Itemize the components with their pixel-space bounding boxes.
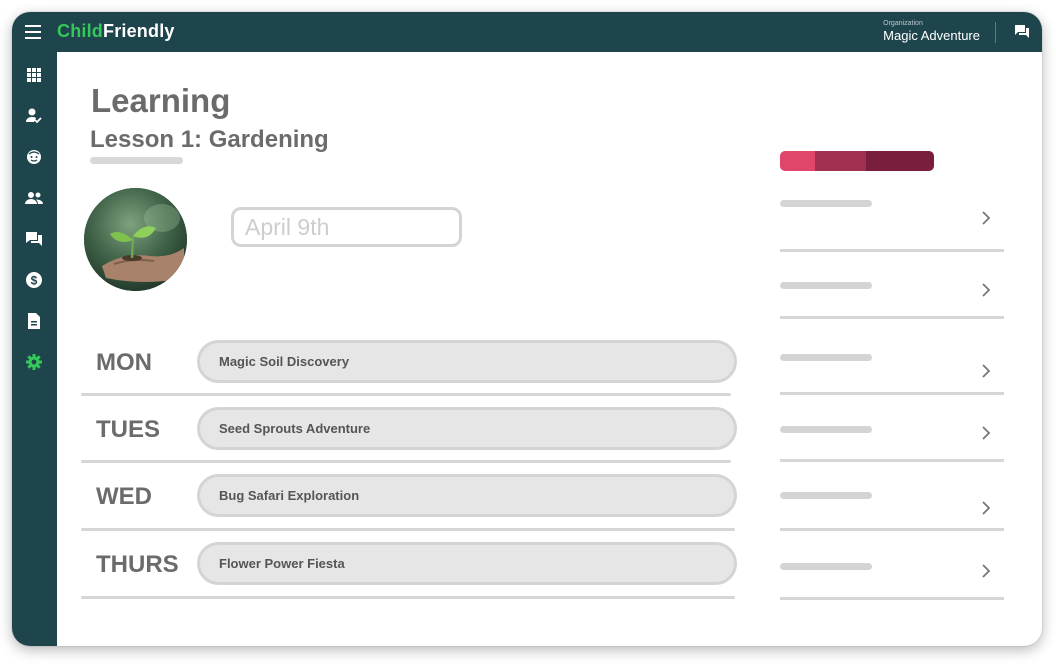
top-bar: ChildFriendly Organization Magic Adventu… bbox=[12, 12, 1042, 52]
row-divider bbox=[81, 596, 735, 599]
side-list-item[interactable] bbox=[780, 491, 1006, 547]
main-content: Learning Lesson 1: Gardening April 9th M… bbox=[57, 52, 1042, 646]
list-divider bbox=[780, 392, 1004, 395]
schedule-row-mon: MON Magic Soil Discovery bbox=[81, 328, 737, 398]
gear-icon[interactable] bbox=[24, 352, 44, 372]
schedule-row-tues: TUES Seed Sprouts Adventure bbox=[81, 395, 737, 465]
day-label: WED bbox=[96, 483, 152, 510]
activity-field[interactable]: Flower Power Fiesta bbox=[197, 542, 737, 585]
progress-segment-1 bbox=[780, 151, 816, 171]
messages-icon[interactable] bbox=[1014, 24, 1030, 45]
organization-label: Organization bbox=[883, 20, 923, 27]
chevron-right-icon bbox=[982, 564, 991, 578]
placeholder-bar bbox=[780, 354, 872, 361]
placeholder-bar bbox=[780, 426, 872, 433]
activity-field[interactable]: Magic Soil Discovery bbox=[197, 340, 737, 383]
list-divider bbox=[780, 528, 1004, 531]
side-list-item[interactable] bbox=[780, 425, 1006, 481]
brand-logo[interactable]: ChildFriendly bbox=[57, 21, 175, 42]
chevron-right-icon bbox=[982, 364, 991, 378]
organization-selector[interactable]: Organization Magic Adventure bbox=[883, 20, 980, 43]
side-list-item[interactable] bbox=[780, 280, 1006, 336]
schedule-row-wed: WED Bug Safari Exploration bbox=[81, 462, 737, 532]
organization-name: Magic Adventure bbox=[883, 28, 980, 43]
grid-icon[interactable] bbox=[24, 65, 44, 85]
people-icon[interactable] bbox=[24, 188, 44, 208]
progress-segment-2 bbox=[815, 151, 867, 171]
lesson-title: Lesson 1: Gardening bbox=[90, 126, 329, 153]
date-field[interactable]: April 9th bbox=[231, 207, 462, 247]
title-underline bbox=[90, 157, 183, 164]
lesson-progress-bar bbox=[780, 151, 934, 171]
side-list-item[interactable] bbox=[780, 197, 1006, 253]
dollar-icon[interactable]: $ bbox=[24, 270, 44, 290]
page-title: Learning bbox=[91, 82, 231, 119]
activity-field[interactable]: Bug Safari Exploration bbox=[197, 474, 737, 517]
app-window: ChildFriendly Organization Magic Adventu… bbox=[12, 12, 1042, 646]
list-divider bbox=[780, 459, 1004, 462]
day-label: THURS bbox=[96, 551, 179, 578]
activity-field[interactable]: Seed Sprouts Adventure bbox=[197, 407, 737, 450]
sidebar-nav: $ bbox=[12, 52, 57, 646]
side-list-item[interactable] bbox=[780, 354, 1006, 410]
svg-text:$: $ bbox=[31, 274, 38, 288]
placeholder-bar bbox=[780, 563, 872, 570]
brand-part-child: Child bbox=[57, 21, 103, 41]
chevron-right-icon bbox=[982, 283, 991, 297]
person-check-icon[interactable] bbox=[24, 106, 44, 126]
chevron-right-icon bbox=[982, 501, 991, 515]
placeholder-bar bbox=[780, 200, 872, 207]
progress-segment-3 bbox=[866, 151, 934, 171]
document-icon[interactable] bbox=[24, 311, 44, 331]
side-list-item[interactable] bbox=[780, 561, 1006, 611]
day-label: TUES bbox=[96, 416, 161, 443]
list-divider bbox=[780, 316, 1004, 319]
chevron-right-icon bbox=[982, 426, 991, 440]
day-label: MON bbox=[96, 349, 152, 376]
list-divider bbox=[780, 597, 1004, 600]
brand-part-friendly: Friendly bbox=[103, 21, 175, 41]
placeholder-bar bbox=[780, 282, 872, 289]
chat-icon[interactable] bbox=[24, 229, 44, 249]
topbar-divider bbox=[995, 22, 996, 43]
placeholder-bar bbox=[780, 492, 872, 499]
list-divider bbox=[780, 249, 1004, 252]
schedule-row-thurs: THURS Flower Power Fiesta bbox=[81, 530, 737, 600]
chevron-right-icon bbox=[982, 211, 991, 225]
child-face-icon[interactable] bbox=[24, 147, 44, 167]
lesson-photo bbox=[84, 188, 187, 291]
menu-icon[interactable] bbox=[25, 25, 41, 39]
